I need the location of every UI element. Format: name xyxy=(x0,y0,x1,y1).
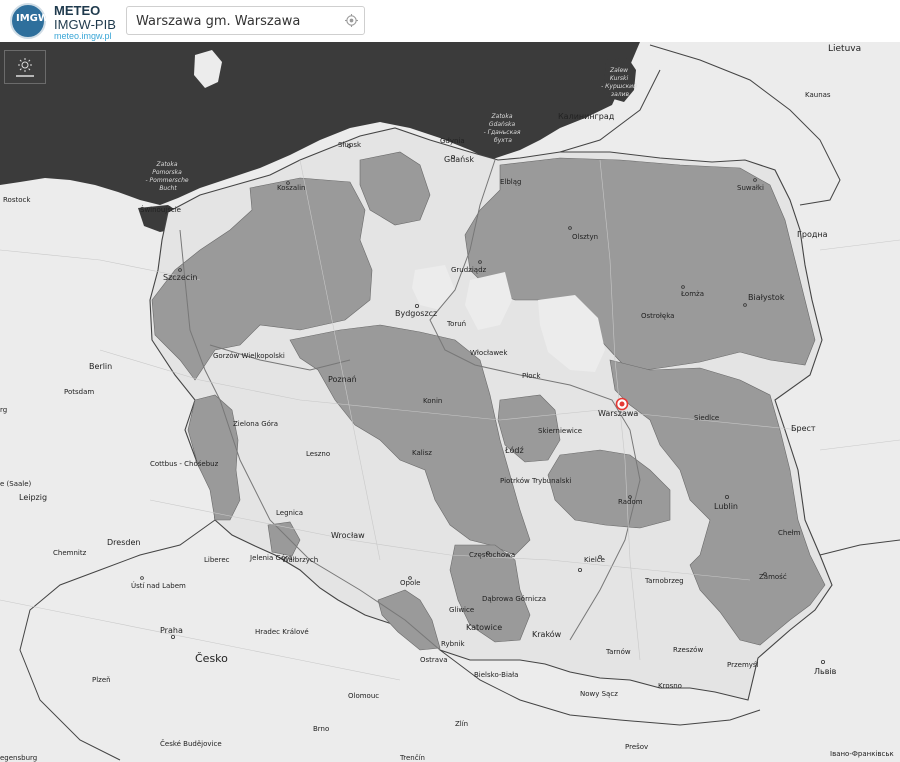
city-label-tarnobrzeg: Tarnobrzeg xyxy=(644,577,684,585)
city-label-torun: Toruń xyxy=(446,320,466,328)
weather-layer-button[interactable] xyxy=(4,50,46,84)
city-label-potsdam: Potsdam xyxy=(64,388,94,396)
city-label-gorzow: Gorzów Wielkopolski xyxy=(213,352,285,360)
city-label-olomouc: Olomouc xyxy=(348,692,379,700)
city-label-usti: Ústí nad Labem xyxy=(131,581,186,590)
city-label-brno: Brno xyxy=(313,725,329,733)
search-box[interactable] xyxy=(126,6,365,35)
country-label-cesko: Česko xyxy=(195,652,228,665)
city-label-zlin: Zlín xyxy=(455,720,468,728)
city-label-ostrava: Ostrava xyxy=(420,656,448,664)
city-label-szczecin: Szczecin xyxy=(163,273,198,282)
city-label-chelm: Chełm xyxy=(778,529,801,537)
logo-icon[interactable]: IMGW xyxy=(10,3,49,39)
map-canvas[interactable]: Zatoka Pomorska - Pommersche Bucht Zatok… xyxy=(0,0,900,762)
city-label-lodz: Łódź xyxy=(504,445,524,455)
city-label-frankivsk: Івано-Франківськ xyxy=(830,750,894,758)
city-label-dresden: Dresden xyxy=(107,538,140,547)
city-label-lviv: Львів xyxy=(814,667,837,676)
brand-line-url: meteo.imgw.pl xyxy=(54,31,112,41)
city-label-wroclaw: Wrocław xyxy=(331,531,365,540)
city-label-konin: Konin xyxy=(423,397,442,405)
city-label-halle: e (Saale) xyxy=(0,480,32,488)
city-label-chemnitz: Chemnitz xyxy=(53,549,87,557)
city-label-radom: Radom xyxy=(618,498,643,506)
city-label-zielona: Zielona Góra xyxy=(233,420,278,428)
locate-icon[interactable] xyxy=(345,14,358,27)
city-label-brest: Брест xyxy=(791,424,816,433)
city-label-warszawa: Warszawa xyxy=(598,409,638,418)
city-label-cottbus: Cottbus - Chóśebuz xyxy=(150,460,219,468)
city-label-regensburg: egensburg xyxy=(0,754,37,762)
city-label-rzeszow: Rzeszów xyxy=(673,646,703,654)
weather-layer-icon xyxy=(16,58,34,77)
city-label-swinoujscie: Świnoujście xyxy=(140,205,181,214)
brand-line-imgw: IMGW-PIB xyxy=(54,17,116,32)
city-label-grudziadz: Grudziądz xyxy=(451,266,487,274)
city-label-hradec: Hradec Králové xyxy=(255,628,309,636)
city-label-ostroleka: Ostrołęka xyxy=(641,312,674,320)
city-label-gdansk: Gdańsk xyxy=(444,155,474,164)
city-label-lublin: Lublin xyxy=(714,502,738,511)
city-label-nowysacz: Nowy Sącz xyxy=(580,690,618,698)
search-input[interactable] xyxy=(136,12,341,30)
city-label-olsztyn: Olsztyn xyxy=(572,233,598,241)
city-label-grodno: Гродна xyxy=(797,230,828,239)
city-label-hamburg-fragment: rg xyxy=(0,406,7,414)
city-label-kaliningrad: Калининград xyxy=(558,112,615,121)
city-label-leipzig: Leipzig xyxy=(19,493,47,502)
city-label-berlin: Berlin xyxy=(89,362,112,371)
city-label-liberec: Liberec xyxy=(204,556,230,564)
country-label-lietuva: Lietuva xyxy=(828,44,861,54)
city-label-suwalki: Suwałki xyxy=(737,184,764,192)
city-label-dabrowa: Dąbrowa Górnicza xyxy=(482,595,546,603)
city-label-gdynia: Gdynia xyxy=(440,137,465,145)
city-label-plzen: Plzeň xyxy=(92,676,111,684)
city-label-wloclawek: Włocławek xyxy=(470,349,508,357)
city-label-bialystok: Białystok xyxy=(748,293,785,302)
city-label-budejovice: České Budějovice xyxy=(160,739,222,748)
city-label-krakow: Kraków xyxy=(532,629,562,639)
city-label-tarnow: Tarnów xyxy=(605,648,631,656)
city-label-legnica: Legnica xyxy=(276,509,303,517)
city-label-kalisz: Kalisz xyxy=(412,449,432,457)
city-label-bydgoszcz: Bydgoszcz xyxy=(395,309,437,318)
city-label-elblag: Elbląg xyxy=(500,178,522,186)
city-label-gliwice: Gliwice xyxy=(449,606,474,614)
city-label-siedlce: Siedlce xyxy=(694,414,719,422)
city-label-poznan: Poznań xyxy=(328,375,357,384)
city-label-rybnik: Rybnik xyxy=(441,640,465,648)
city-label-presov: Prešov xyxy=(625,743,648,751)
brand-title[interactable]: METEO IMGW-PIB meteo.imgw.pl xyxy=(54,4,116,41)
city-label-lomza: Łomża xyxy=(680,290,704,298)
city-label-trencin: Trenčín xyxy=(399,754,425,762)
city-label-bielsko: Bielsko-Biała xyxy=(474,671,518,679)
city-label-kielce: Kielce xyxy=(584,556,605,564)
city-label-skierniewice: Skierniewice xyxy=(538,427,582,435)
city-label-czestochowa: Częstochowa xyxy=(469,551,515,559)
city-label-koszalin: Koszalin xyxy=(277,184,305,192)
city-label-przemysl: Przemyśl xyxy=(727,661,759,669)
city-label-praha: Praha xyxy=(160,626,183,635)
city-label-leszno: Leszno xyxy=(306,450,330,458)
city-label-slupsk: Słupsk xyxy=(338,141,362,149)
location-marker-icon[interactable] xyxy=(615,397,629,411)
logo-text: IMGW xyxy=(16,13,49,24)
city-label-plock: Płock xyxy=(522,372,541,380)
city-label-zamosc: Zamość xyxy=(759,573,787,581)
city-label-katowice: Katowice xyxy=(466,623,502,632)
brand-line-meteo: METEO xyxy=(54,3,101,18)
city-label-krosno: Krosno xyxy=(658,682,682,690)
header-bar: IMGW METEO IMGW-PIB meteo.imgw.pl xyxy=(0,0,900,42)
city-label-opole: Opole xyxy=(400,579,421,587)
city-label-rostock: Rostock xyxy=(3,196,31,204)
city-label-walbrzych: Wałbrzych xyxy=(282,556,318,564)
city-label-kaunas: Kaunas xyxy=(805,91,831,99)
city-label-piotrkow: Piotrków Trybunalski xyxy=(500,477,571,485)
